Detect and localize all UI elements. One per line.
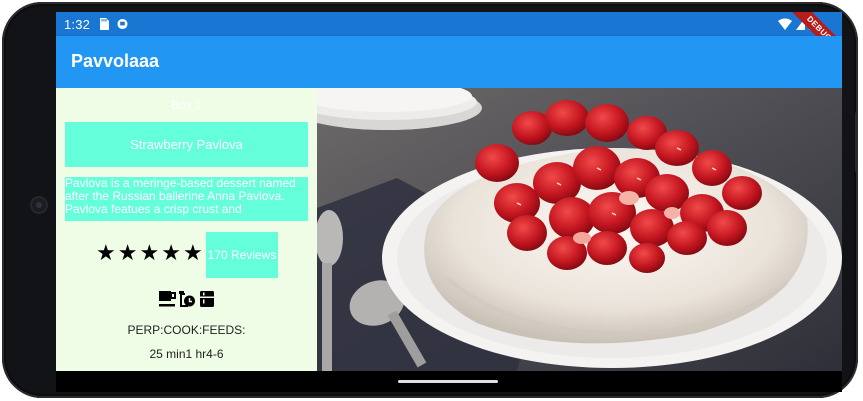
star-icon: ★ (139, 240, 160, 265)
pavlova-photo (317, 88, 842, 371)
star-icon: ★ (161, 240, 181, 265)
info-values: 25 min1 hr4-6 (149, 347, 224, 361)
star-icon: ★ (96, 240, 116, 265)
content-area: Box 1 Strawberry Pavlova Pavlova is a me… (56, 88, 842, 371)
sd-card-icon (100, 18, 109, 30)
pavlova-image (317, 88, 842, 371)
front-camera (32, 198, 46, 212)
kitchen-icon (199, 291, 214, 307)
side-button (855, 112, 858, 172)
recipe-info-panel: Box 1 Strawberry Pavlova Pavlova is a me… (56, 88, 317, 371)
phone-frame: 1:32 DEBUG Pavvolaaa Box 1 Strawberry Pa… (2, 2, 858, 398)
wifi-icon (778, 18, 792, 30)
star-rating: ★ ★ ★ ★ ★ (96, 242, 203, 264)
recipe-title: Strawberry Pavlova (65, 122, 308, 167)
reviews-count: 170 Reviews (206, 232, 278, 278)
app-bar: Pavvolaaa (56, 36, 842, 88)
recipe-icons (56, 290, 317, 308)
gesture-nav-area (56, 371, 842, 392)
star-icon: ★ (182, 240, 203, 265)
timer-clock-icon (178, 291, 195, 307)
star-icon: ★ (117, 240, 138, 265)
notification-app-icon (117, 18, 128, 30)
app-title: Pavvolaaa (71, 51, 160, 71)
info-labels: PERP:COOK:FEEDS: (127, 323, 246, 337)
recipe-description: Pavlova is a meringe-based dessert named… (65, 177, 308, 221)
status-time: 1:32 (64, 17, 91, 32)
box-label: Box 1 (171, 98, 202, 112)
status-bar: 1:32 DEBUG (56, 12, 842, 66)
coffee-cup-icon (158, 291, 176, 307)
home-gesture-pill[interactable] (398, 380, 498, 383)
rating-row: ★ ★ ★ ★ ★ 170 Reviews (56, 232, 317, 278)
app-screen: 1:32 DEBUG Pavvolaaa Box 1 Strawberry Pa… (56, 12, 842, 392)
